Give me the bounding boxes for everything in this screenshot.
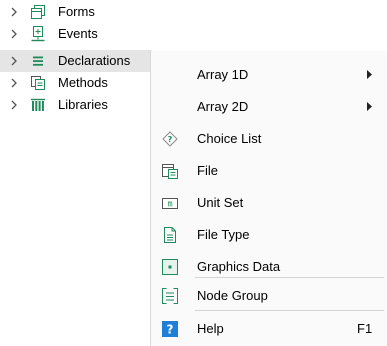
menu-item-array-1d[interactable]: Array 1D <box>151 58 387 90</box>
menu-item-label: Node Group <box>197 288 268 303</box>
shortcut-label: F1 <box>357 321 373 336</box>
tree-item-label: Methods <box>58 75 108 90</box>
unit-set-icon-text: m <box>167 199 172 209</box>
menu-separator <box>195 277 384 278</box>
menu-item-node-group[interactable]: Node Group <box>151 279 387 311</box>
tree-item-declarations[interactable]: Declarations <box>0 50 152 72</box>
menu-item-file[interactable]: File <box>151 154 387 186</box>
graphics-data-icon <box>161 258 179 276</box>
submenu-arrow-icon <box>367 102 373 111</box>
tree-item-label: Declarations <box>58 53 131 68</box>
menu-separator <box>195 310 384 311</box>
menu-item-label: Unit Set <box>197 195 244 210</box>
forms-icon <box>30 4 46 20</box>
menu-item-file-type[interactable]: File Type <box>151 218 387 250</box>
submenu-arrow-icon <box>367 70 373 79</box>
file-type-icon <box>161 226 179 244</box>
menu-item-label: Graphics Data <box>197 259 281 274</box>
menu-item-label: File Type <box>197 227 250 242</box>
menu-item-label: File <box>197 163 218 178</box>
menu-item-label: Help <box>197 321 224 336</box>
chevron-right-icon[interactable] <box>8 50 20 72</box>
unit-set-icon: m <box>161 194 179 212</box>
declarations-icon <box>30 53 46 69</box>
menu-item-choice-list[interactable]: ? Choice List <box>151 122 387 154</box>
choice-list-icon: ? <box>161 130 179 148</box>
menu-item-array-2d[interactable]: Array 2D <box>151 90 387 122</box>
menu-item-label: Choice List <box>197 131 262 146</box>
tree-item-label: Forms <box>58 4 95 19</box>
chevron-right-icon[interactable] <box>8 72 20 94</box>
tree-item-label: Libraries <box>58 97 108 112</box>
libraries-icon <box>30 97 46 113</box>
events-icon <box>30 26 46 42</box>
tree-item-label: Events <box>58 26 98 41</box>
menu-item-help[interactable]: ? Help F1 <box>151 312 387 344</box>
context-menu: Array 1D Array 2D ? Choice List File m U… <box>150 51 387 346</box>
file-icon <box>161 162 179 180</box>
help-icon: ? <box>161 320 179 338</box>
node-group-icon <box>161 287 179 305</box>
svg-text:?: ? <box>168 135 173 144</box>
menu-item-label: Array 2D <box>197 99 249 114</box>
chevron-right-icon[interactable] <box>8 1 20 23</box>
help-icon-text: ? <box>167 323 174 337</box>
menu-item-unit-set[interactable]: m Unit Set <box>151 186 387 218</box>
chevron-right-icon[interactable] <box>8 94 20 116</box>
methods-icon <box>30 75 46 91</box>
menu-item-label: Array 1D <box>197 67 249 82</box>
chevron-right-icon[interactable] <box>8 23 20 45</box>
